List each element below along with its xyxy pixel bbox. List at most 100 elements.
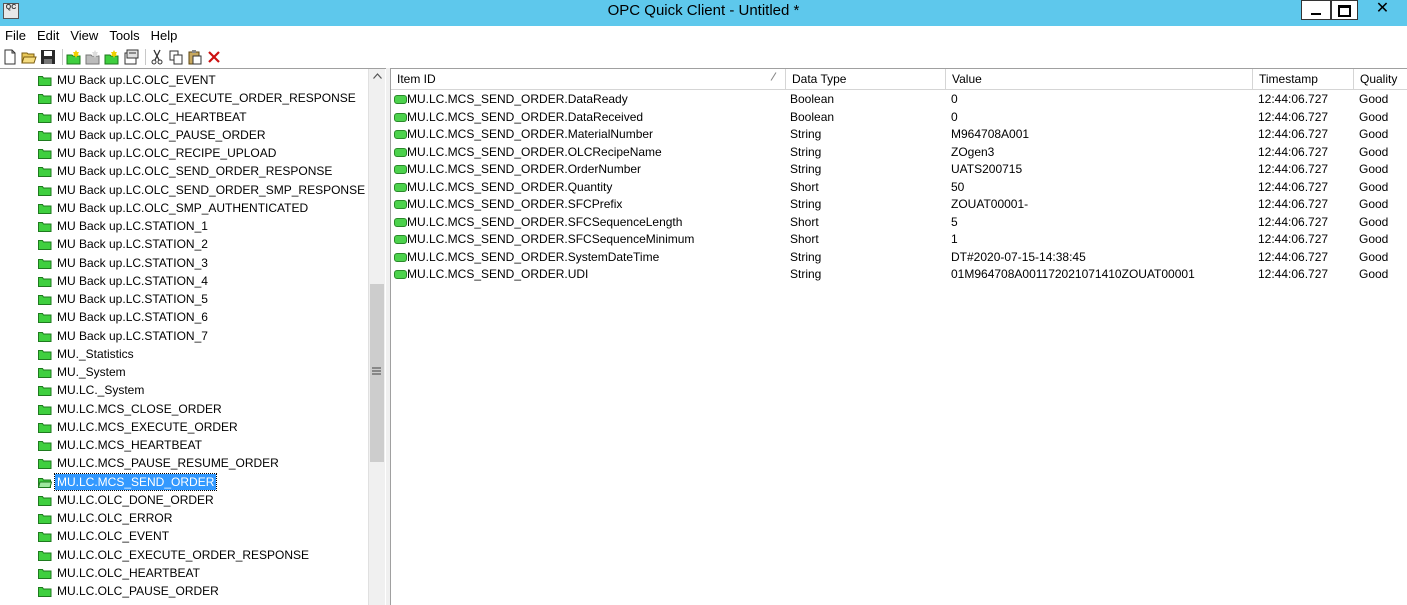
tree-item[interactable]: MU._Statistics <box>38 345 136 363</box>
close-icon: ✕ <box>1375 0 1390 17</box>
column-header-timestamp[interactable]: Timestamp <box>1253 69 1354 89</box>
cell-timestamp: 12:44:06.727 <box>1258 197 1329 211</box>
table-row[interactable]: MU.LC.MCS_SEND_ORDER.SystemDateTime Strin… <box>391 249 1407 267</box>
copy-icon[interactable] <box>168 49 184 65</box>
table-row[interactable]: MU.LC.MCS_SEND_ORDER.DataReceived Boolean… <box>391 109 1407 127</box>
tree-item-label: MU Back up.LC.OLC_SEND_ORDER_SMP_RESPONS… <box>57 182 366 197</box>
folder-icon <box>38 93 52 105</box>
column-header-label: Data Type <box>792 72 847 86</box>
table-row[interactable]: MU.LC.MCS_SEND_ORDER.MaterialNumber Strin… <box>391 126 1407 144</box>
cell-value: 0 <box>951 109 958 124</box>
menu-view[interactable]: View <box>65 26 104 46</box>
minimize-icon <box>1311 13 1321 16</box>
cell-timestamp: 12:44:06.727 <box>1258 92 1329 106</box>
table-row[interactable]: MU.LC.MCS_SEND_ORDER.SFCSequenceMinimum S… <box>391 231 1407 249</box>
table-row[interactable]: MU.LC.MCS_SEND_ORDER.Quantity Short 50 12:4… <box>391 179 1407 197</box>
cell-item-id: MU.LC.MCS_SEND_ORDER.SFCSequenceMinimum <box>407 232 695 246</box>
close-button[interactable]: ✕ <box>1358 0 1407 20</box>
folder-icon <box>38 495 52 506</box>
tree-item[interactable]: MU.LC.MCS_SEND_ORDER <box>37 472 218 491</box>
item-tag-icon <box>394 252 407 262</box>
tree-scrollbar[interactable] <box>368 69 385 605</box>
tree-item[interactable]: MU.LC.MCS_EXECUTE_ORDER <box>38 418 240 436</box>
tree-item[interactable]: MU Back up.LC.STATION_5 <box>38 290 210 308</box>
tree-item[interactable]: MU._System <box>38 363 128 381</box>
table-row[interactable]: MU.LC.MCS_SEND_ORDER.SFCSequenceLength Sh… <box>391 214 1407 232</box>
cell-value: 0 <box>951 92 958 106</box>
new-server-icon[interactable] <box>66 49 82 65</box>
tree-item[interactable]: MU Back up.LC.OLC_PAUSE_ORDER <box>38 126 268 144</box>
cell-value: 5 <box>951 214 958 229</box>
tree-item[interactable]: MU.LC.OLC_ERROR <box>38 509 174 527</box>
tree-item-label: MU Back up.LC.STATION_5 <box>57 292 208 306</box>
table-row[interactable]: MU.LC.MCS_SEND_ORDER.UDI String 01M964708A… <box>391 266 1407 284</box>
tree-item[interactable]: MU Back up.LC.OLC_SMP_AUTHENTICATED <box>38 199 310 217</box>
table-row[interactable]: MU.LC.MCS_SEND_ORDER.OLCRecipeName String… <box>391 144 1407 162</box>
tree-item[interactable]: MU Back up.LC.OLC_EXECUTE_ORDER_RESPONSE <box>38 89 358 107</box>
column-header-quality[interactable]: Quality <box>1354 69 1407 89</box>
tree-item[interactable]: MU Back up.LC.STATION_3 <box>38 254 210 272</box>
item-tag-icon <box>394 235 407 244</box>
tree-item[interactable]: MU.LC._System <box>38 381 146 399</box>
tree-item[interactable]: MU.LC.OLC_PAUSE_ORDER <box>38 582 221 600</box>
cell-quality: Good <box>1359 232 1389 246</box>
item-list[interactable]: Item ID Data Type Value Timestamp Qualit… <box>390 68 1407 605</box>
delete-icon[interactable] <box>206 49 222 65</box>
tree-item[interactable]: MU.LC.MCS_HEARTBEAT <box>38 436 204 454</box>
menu-tools[interactable]: Tools <box>104 26 145 46</box>
tree-item[interactable]: MU Back up.LC.OLC_SEND_ORDER_SMP_RESPONS… <box>38 181 367 199</box>
tree-item-label: MU Back up.LC.STATION_3 <box>57 255 208 270</box>
table-row[interactable]: MU.LC.MCS_SEND_ORDER.OrderNumber String UA… <box>391 161 1407 179</box>
tree-item[interactable]: MU.LC.OLC_EVENT <box>38 527 171 545</box>
cell-quality: Good <box>1359 127 1389 141</box>
cell-value: 01M964708A001172021071410ZOUAT00001 <box>951 267 1195 281</box>
window-title: OPC Quick Client - Untitled * <box>607 2 800 19</box>
tree-item[interactable]: MU Back up.LC.OLC_EVENT <box>38 71 218 89</box>
tree-item[interactable]: MU.LC.MCS_CLOSE_ORDER <box>38 400 224 418</box>
tree-item[interactable]: MU.LC.OLC_EXECUTE_ORDER_RESPONSE <box>38 546 311 564</box>
new-item-icon[interactable] <box>104 49 120 65</box>
menu-file[interactable]: File <box>0 26 32 46</box>
open-icon[interactable] <box>21 49 37 65</box>
paste-icon[interactable] <box>187 49 203 65</box>
new-group-icon[interactable] <box>85 49 101 65</box>
cut-icon[interactable] <box>149 49 165 65</box>
table-row[interactable]: MU.LC.MCS_SEND_ORDER.SFCPrefix String ZOUA… <box>391 196 1407 214</box>
menu-edit[interactable]: Edit <box>32 26 65 46</box>
minimize-button[interactable] <box>1301 0 1331 20</box>
cell-quality: Good <box>1359 179 1389 194</box>
tree-item[interactable]: MU.LC.OLC_DONE_ORDER <box>38 491 216 509</box>
tree-item[interactable]: MU.LC.OLC_HEARTBEAT <box>38 564 202 582</box>
column-header-item-id[interactable]: Item ID <box>391 69 786 89</box>
menu-help[interactable]: Help <box>146 26 184 46</box>
scroll-up-icon[interactable] <box>369 71 386 82</box>
tree-item-label: MU Back up.LC.OLC_EXECUTE_ORDER_RESPONSE <box>57 91 356 106</box>
tree-item[interactable]: MU Back up.LC.OLC_HEARTBEAT <box>38 108 249 126</box>
item-tag-icon <box>394 200 407 209</box>
save-icon[interactable] <box>40 49 56 65</box>
tree-item[interactable]: MU Back up.LC.STATION_6 <box>38 308 210 326</box>
tree-item[interactable]: MU Back up.LC.OLC_SEND_ORDER_RESPONSE <box>38 162 334 180</box>
tree-item[interactable]: MU Back up.LC.OLC_RECIPE_UPLOAD <box>38 144 278 162</box>
tree-item[interactable]: MU Back up.LC.STATION_1 <box>38 217 210 235</box>
maximize-button[interactable] <box>1331 0 1358 20</box>
folder-icon <box>38 440 52 451</box>
properties-icon[interactable] <box>123 49 139 65</box>
cell-item-id: MU.LC.MCS_SEND_ORDER.OLCRecipeName <box>407 144 662 159</box>
tree-item[interactable]: MU.LC.MCS_PAUSE_RESUME_ORDER <box>38 454 281 472</box>
item-tag-icon <box>394 217 407 227</box>
folder-icon <box>38 367 52 378</box>
cell-quality: Good <box>1359 267 1389 281</box>
cell-timestamp: 12:44:06.727 <box>1258 214 1329 229</box>
tree-item[interactable]: MU Back up.LC.STATION_4 <box>38 272 210 290</box>
column-header-value[interactable]: Value <box>946 69 1253 89</box>
tree-view[interactable]: MU Back up.LC.OLC_EVENT MU Back up.LC.OLC… <box>0 68 386 605</box>
tree-item[interactable]: MU Back up.LC.STATION_2 <box>38 235 210 253</box>
folder-icon <box>38 166 52 178</box>
cell-data-type: String <box>790 249 822 264</box>
new-icon[interactable] <box>2 49 18 65</box>
table-row[interactable]: MU.LC.MCS_SEND_ORDER.DataReady Boolean 0 12… <box>391 91 1407 109</box>
tree-item-label: MU Back up.LC.STATION_6 <box>57 310 208 325</box>
tree-item[interactable]: MU Back up.LC.STATION_7 <box>38 327 210 345</box>
column-header-data-type[interactable]: Data Type <box>786 69 946 89</box>
